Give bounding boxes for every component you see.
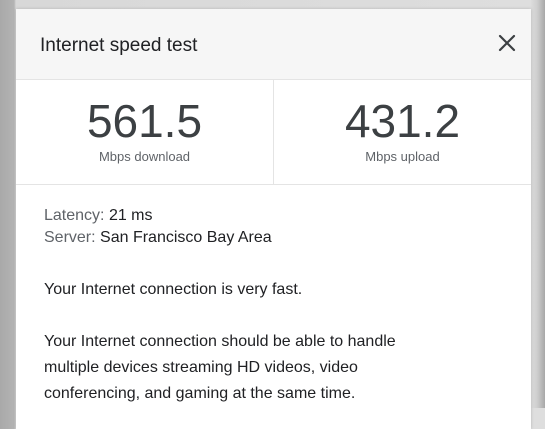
upload-value: 431.2 xyxy=(344,95,461,147)
download-value: 561.5 xyxy=(86,95,203,147)
server-label: Server: xyxy=(44,229,96,246)
server-value: San Francisco Bay Area xyxy=(100,229,272,246)
connection-details: Latency: 21 ms Server: San Francisco Bay… xyxy=(44,205,504,249)
backdrop-edge xyxy=(531,0,545,408)
upload-unit: Mbps upload xyxy=(365,149,440,164)
download-stat: 561.5 Mbps download xyxy=(16,80,273,184)
download-unit: Mbps download xyxy=(98,149,191,164)
description-line: Your Internet connection should be able … xyxy=(44,333,396,350)
latency-value: 21 ms xyxy=(108,207,153,224)
server-row: Server: San Francisco Bay Area xyxy=(44,227,504,249)
speed-description: Your Internet connection should be able … xyxy=(44,329,514,407)
dialog-title: Internet speed test xyxy=(40,35,198,56)
speed-summary: Your Internet connection is very fast. xyxy=(44,281,303,298)
description-line: multiple devices streaming HD videos, vi… xyxy=(44,359,358,376)
latency-row: Latency: 21 ms xyxy=(44,205,504,227)
description-line: conferencing, and gaming at the same tim… xyxy=(44,385,356,402)
dialog-header: Internet speed test xyxy=(16,9,531,80)
upload-stat: 431.2 Mbps upload xyxy=(273,80,531,184)
latency-label: Latency: xyxy=(44,207,105,224)
speed-results: 561.5 Mbps download 431.2 Mbps upload xyxy=(16,80,531,185)
close-button[interactable] xyxy=(493,29,521,57)
close-icon xyxy=(498,34,516,52)
